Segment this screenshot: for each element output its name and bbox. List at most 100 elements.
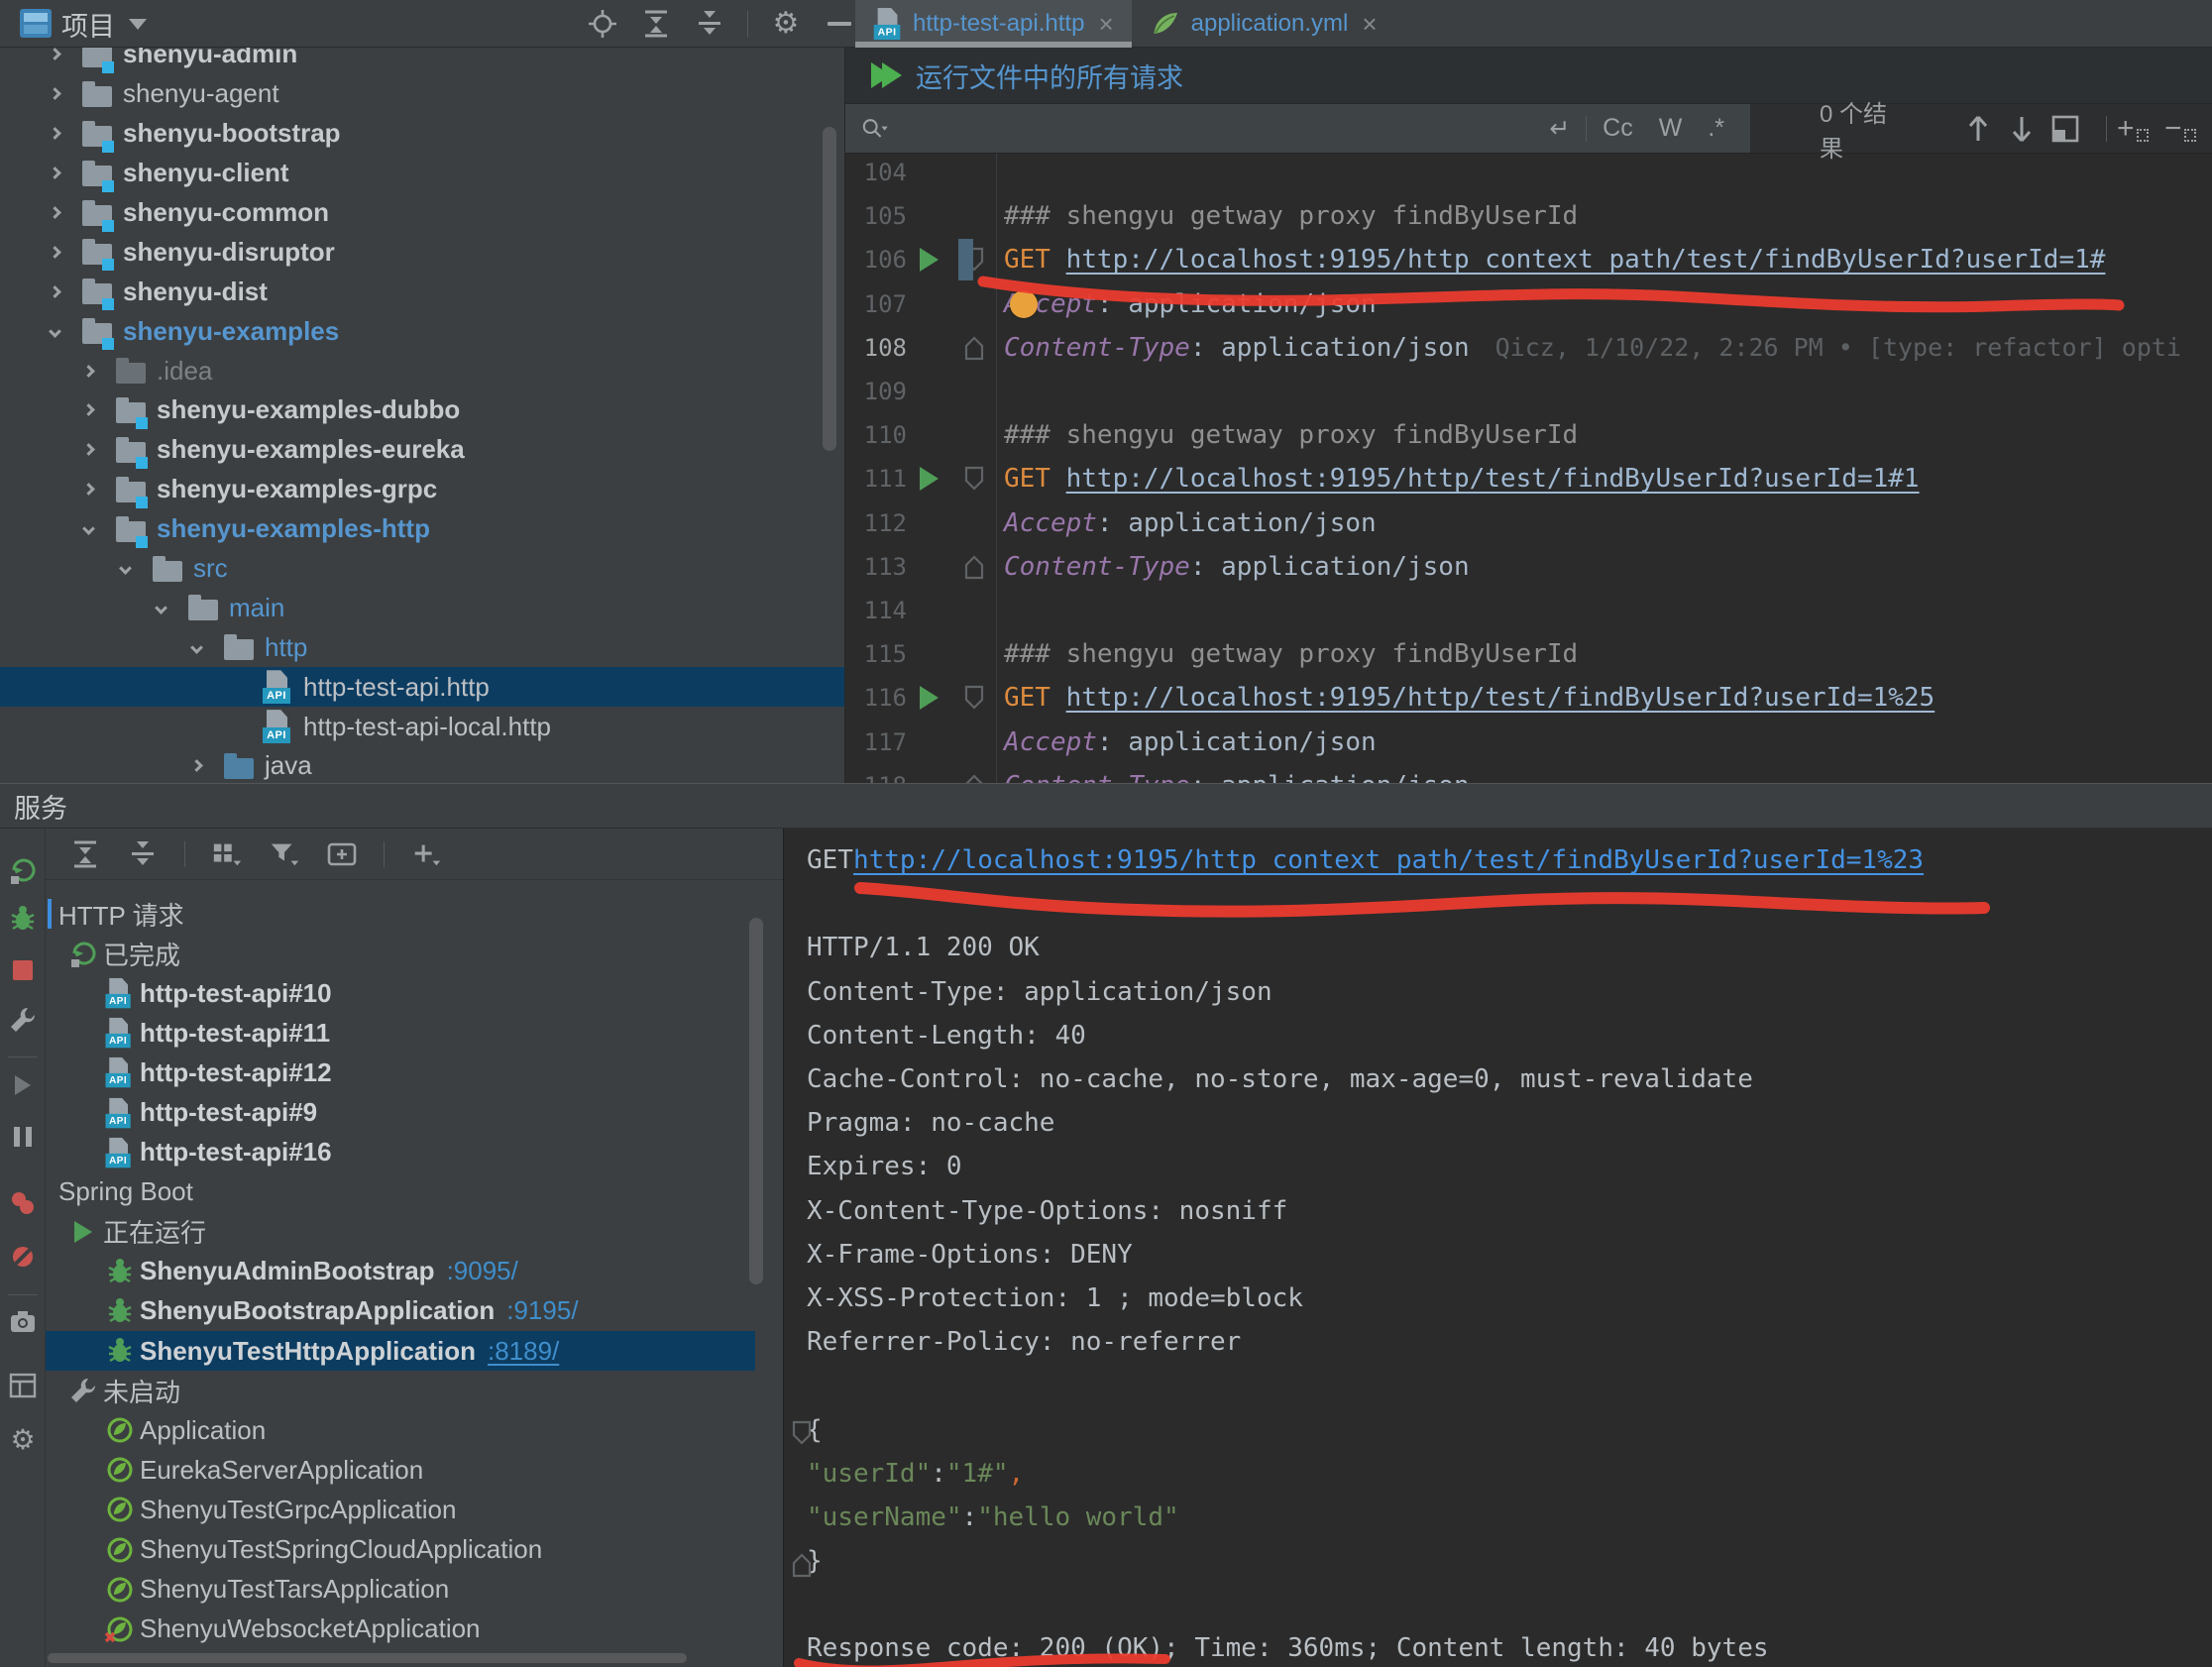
fold-open-icon[interactable] <box>786 1417 818 1449</box>
chevron-down-icon[interactable] <box>129 19 147 30</box>
request-url-link[interactable]: http://localhost:9195/http/test/findByUs… <box>1066 464 1920 494</box>
response-url-link[interactable]: http://localhost:9195/http_context_path/… <box>853 845 1924 875</box>
services-vertical-scrollbar[interactable] <box>749 918 763 1284</box>
add-icon[interactable] <box>410 838 442 870</box>
tree-item-shenyu-client[interactable]: shenyu-client <box>0 154 844 193</box>
service-item-http-test-api#10[interactable]: APIhttp-test-api#10 <box>46 973 755 1013</box>
tree-item-java[interactable]: java <box>0 746 844 783</box>
tree-item-src[interactable]: src <box>0 549 844 589</box>
request-url-link[interactable]: http://localhost:9195/http_context_path/… <box>1066 245 2106 275</box>
service-item-正在运行[interactable]: 正在运行 <box>46 1212 755 1252</box>
service-item-已完成[interactable]: 已完成 <box>46 934 755 973</box>
chevron-down-icon[interactable] <box>190 641 203 654</box>
run-request-icon[interactable] <box>920 686 939 710</box>
service-port-link[interactable]: :9195/ <box>506 1295 578 1326</box>
service-item-http-test-api#16[interactable]: APIhttp-test-api#16 <box>46 1133 755 1172</box>
service-item-ShenyuWebsocketApplication[interactable]: ShenyuWebsocketApplication <box>46 1610 755 1649</box>
regex-toggle[interactable]: .* <box>1708 114 1724 143</box>
chevron-right-icon[interactable] <box>190 760 203 773</box>
words-toggle[interactable]: W <box>1659 114 1683 143</box>
locate-icon[interactable] <box>587 8 618 40</box>
http-response-pane[interactable]: GET http://localhost:9195/http_context_p… <box>783 829 2212 1667</box>
service-item-Application[interactable]: Application <box>46 1410 755 1450</box>
tree-item-shenyu-examples[interactable]: shenyu-examples <box>0 311 844 351</box>
remove-occurrence-icon[interactable]: − <box>2164 113 2196 145</box>
new-tab-icon[interactable] <box>326 838 358 870</box>
pause-icon[interactable] <box>7 1121 39 1153</box>
service-item-ShenyuTestTarsApplication[interactable]: ShenyuTestTarsApplication <box>46 1570 755 1610</box>
fold-close-icon[interactable] <box>958 332 990 364</box>
service-item-ShenyuBootstrapApplication[interactable]: ShenyuBootstrapApplication:9195/ <box>46 1291 755 1331</box>
stop-icon[interactable] <box>7 954 39 986</box>
service-item-HTTP 请求[interactable]: HTTP 请求 <box>46 894 755 934</box>
run-request-icon[interactable] <box>920 467 939 491</box>
chevron-right-icon[interactable] <box>49 285 61 298</box>
service-item-ShenyuAdminBootstrap[interactable]: ShenyuAdminBootstrap:9095/ <box>46 1252 755 1291</box>
project-window-icon[interactable] <box>20 9 52 38</box>
rerun-icon[interactable] <box>7 854 39 886</box>
layout-icon[interactable] <box>7 1370 39 1401</box>
chevron-right-icon[interactable] <box>49 206 61 219</box>
fold-close-icon[interactable] <box>958 551 990 583</box>
tree-item-shenyu-common[interactable]: shenyu-common <box>0 193 844 233</box>
gear-icon[interactable]: ⚙ <box>7 1424 39 1456</box>
fold-open-icon[interactable] <box>958 682 990 714</box>
collapse-all-icon[interactable] <box>694 8 725 40</box>
chevron-right-icon[interactable] <box>82 443 95 456</box>
editor-tab-application.yml[interactable]: application.yml× <box>1132 0 1395 48</box>
chevron-down-icon[interactable] <box>82 522 95 535</box>
fold-close-icon[interactable] <box>786 1549 818 1581</box>
tree-item-shenyu-bootstrap[interactable]: shenyu-bootstrap <box>0 114 844 154</box>
service-item-ShenyuTestSpringCloudApplication[interactable]: ShenyuTestSpringCloudApplication <box>46 1530 755 1570</box>
service-item-http-test-api#11[interactable]: APIhttp-test-api#11 <box>46 1013 755 1053</box>
tree-item-shenyu-examples-eureka[interactable]: shenyu-examples-eureka <box>0 430 844 470</box>
wrench-icon[interactable] <box>7 1004 39 1036</box>
project-scrollbar[interactable] <box>823 127 836 451</box>
tree-item-shenyu-admin[interactable]: shenyu-admin <box>0 48 844 74</box>
chevron-right-icon[interactable] <box>49 49 61 61</box>
filter-icon[interactable] <box>269 838 300 870</box>
chevron-down-icon[interactable] <box>155 602 167 614</box>
run-request-icon[interactable] <box>920 248 939 272</box>
filter-results-icon[interactable] <box>2050 113 2080 145</box>
tree-item-shenyu-examples-dubbo[interactable]: shenyu-examples-dubbo <box>0 390 844 430</box>
mute-icon[interactable] <box>7 1241 39 1273</box>
arrow-down-icon[interactable] <box>2008 113 2035 145</box>
fold-close-icon[interactable] <box>958 770 990 783</box>
code-area[interactable]: 104105### shengyu getway proxy findByUse… <box>845 154 2212 783</box>
tree-item-http[interactable]: http <box>0 627 844 667</box>
service-item-http-test-api#9[interactable]: APIhttp-test-api#9 <box>46 1092 755 1132</box>
request-url-link[interactable]: http://localhost:9195/http/test/findByUs… <box>1066 683 1936 713</box>
arrow-up-icon[interactable] <box>1965 113 1992 145</box>
service-item-ShenyuTestGrpcApplication[interactable]: ShenyuTestGrpcApplication <box>46 1490 755 1529</box>
project-panel-title[interactable]: 项目 <box>61 0 115 48</box>
tree-item-shenyu-examples-http[interactable]: shenyu-examples-http <box>0 509 844 549</box>
chevron-down-icon[interactable] <box>49 325 61 338</box>
services-horizontal-scrollbar[interactable] <box>48 1653 687 1663</box>
search-icon[interactable] <box>859 113 891 145</box>
newline-icon[interactable]: ↵ <box>1549 114 1570 144</box>
chevron-right-icon[interactable] <box>49 127 61 140</box>
search-field[interactable]: ↵ Cc W .* <box>845 104 1750 153</box>
tree-item-shenyu-dist[interactable]: shenyu-dist <box>0 272 844 311</box>
tree-item-.idea[interactable]: .idea <box>0 351 844 390</box>
service-item-ShenyuTestHttpApplication[interactable]: ShenyuTestHttpApplication:8189/ <box>46 1331 755 1371</box>
close-icon[interactable]: × <box>1362 9 1377 40</box>
collapse-all-icon[interactable] <box>127 838 159 870</box>
chevron-right-icon[interactable] <box>82 483 95 496</box>
tree-item-http-test-api-local.http[interactable]: APIhttp-test-api-local.http <box>0 707 844 746</box>
match-case-toggle[interactable]: Cc <box>1603 114 1633 143</box>
screenshot-icon[interactable] <box>7 1306 39 1338</box>
run-all-link[interactable]: 运行文件中的所有请求 <box>916 56 1183 95</box>
tree-item-shenyu-disruptor[interactable]: shenyu-disruptor <box>0 232 844 272</box>
run-all-requests-row[interactable]: 运行文件中的所有请求 <box>845 48 2212 104</box>
chevron-right-icon[interactable] <box>49 167 61 179</box>
editor-tab-http-test-api.http[interactable]: APIhttp-test-api.http× <box>855 0 1132 48</box>
expand-all-icon[interactable] <box>69 838 101 870</box>
service-item-Spring Boot[interactable]: Spring Boot <box>46 1172 755 1212</box>
service-port-link[interactable]: :9095/ <box>447 1256 518 1286</box>
hide-panel-icon[interactable] <box>824 8 855 40</box>
tree-item-shenyu-agent[interactable]: shenyu-agent <box>0 74 844 114</box>
chevron-right-icon[interactable] <box>49 246 61 259</box>
service-item-EurekaServerApplication[interactable]: EurekaServerApplication <box>46 1450 755 1490</box>
